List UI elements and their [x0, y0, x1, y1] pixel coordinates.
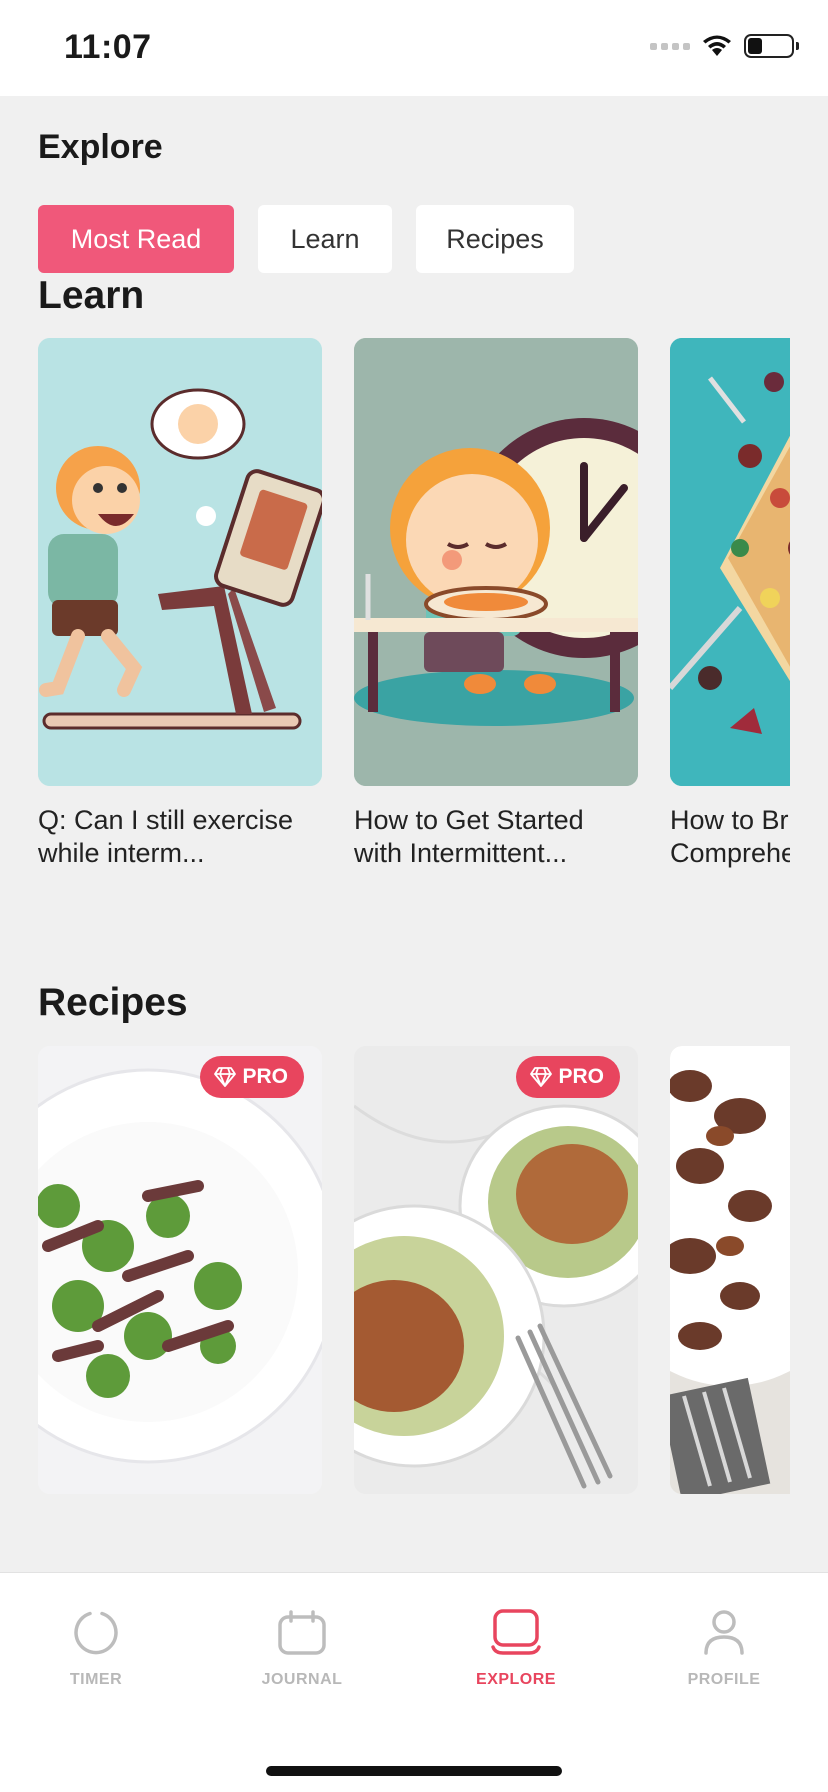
tab-explore[interactable]: EXPLORE: [446, 1609, 586, 1689]
beef-broccoli-photo: [38, 1046, 322, 1494]
recipe-card[interactable]: PRO: [38, 1046, 322, 1494]
pro-badge: PRO: [200, 1056, 304, 1098]
tab-label: PROFILE: [687, 1671, 761, 1688]
tab-timer[interactable]: TIMER: [26, 1609, 166, 1689]
tab-label: EXPLORE: [476, 1671, 556, 1688]
cellular-signal-icon: [650, 42, 690, 50]
page-title: Explore: [38, 128, 163, 166]
timer-icon: [74, 1611, 118, 1655]
learn-card[interactable]: How to Br Comprehe: [670, 338, 790, 870]
article-title: How to Get Started with Intermittent...: [354, 805, 584, 868]
treadmill-illustration: [38, 338, 322, 786]
pro-badge-label: PRO: [242, 1065, 288, 1088]
learn-carousel[interactable]: Q: Can I still exercise while interm...: [38, 338, 790, 870]
diamond-icon: [214, 1067, 237, 1087]
diamond-icon: [530, 1067, 553, 1087]
filter-chip-learn[interactable]: Learn: [258, 205, 392, 273]
boy-clock-illustration: [354, 338, 638, 786]
recipe-card[interactable]: [670, 1046, 790, 1494]
pro-badge-label: PRO: [558, 1065, 604, 1088]
article-thumbnail[interactable]: [670, 338, 790, 786]
tab-label: TIMER: [69, 1671, 123, 1688]
recipes-section-title: Recipes: [38, 981, 188, 1024]
article-title: Q: Can I still exercise while interm...: [38, 805, 294, 868]
home-indicator[interactable]: [266, 1766, 562, 1776]
learn-card[interactable]: How to Get Started with Intermittent...: [354, 338, 638, 870]
recipe-thumbnail[interactable]: PRO: [354, 1046, 638, 1494]
tab-journal[interactable]: JOURNAL: [232, 1609, 372, 1689]
pizza-collage-illustration: [670, 338, 790, 786]
pro-badge: PRO: [516, 1056, 620, 1098]
status-bar: 11:07: [0, 0, 828, 96]
recipes-carousel[interactable]: PRO PRO: [38, 1046, 790, 1494]
article-thumbnail[interactable]: [38, 338, 322, 786]
tab-profile[interactable]: PROFILE: [654, 1609, 794, 1689]
mushroom-stir-fry-photo: [670, 1046, 790, 1494]
wifi-icon: [703, 35, 731, 56]
filter-chips: Most Read Learn Recipes: [38, 205, 574, 273]
filter-chip-recipes[interactable]: Recipes: [416, 205, 574, 273]
filter-chip-most-read[interactable]: Most Read: [38, 205, 234, 273]
article-thumbnail[interactable]: [354, 338, 638, 786]
explore-icon: [491, 1609, 541, 1655]
recipe-thumbnail[interactable]: PRO: [38, 1046, 322, 1494]
zucchini-noodles-photo: [354, 1046, 638, 1494]
status-icons: [650, 34, 799, 58]
learn-card[interactable]: Q: Can I still exercise while interm...: [38, 338, 322, 870]
tab-label: JOURNAL: [261, 1671, 343, 1688]
status-time: 11:07: [64, 28, 152, 66]
learn-section-title: Learn: [38, 274, 145, 317]
calendar-icon: [278, 1610, 326, 1655]
recipe-card[interactable]: PRO: [354, 1046, 638, 1494]
profile-icon: [704, 1610, 744, 1655]
article-title: How to Br Comprehe: [670, 805, 790, 868]
battery-icon: [744, 34, 799, 58]
recipe-thumbnail[interactable]: [670, 1046, 790, 1494]
bottom-tab-bar: TIMER JOURNAL EXPLORE PROFILE: [0, 1572, 828, 1792]
